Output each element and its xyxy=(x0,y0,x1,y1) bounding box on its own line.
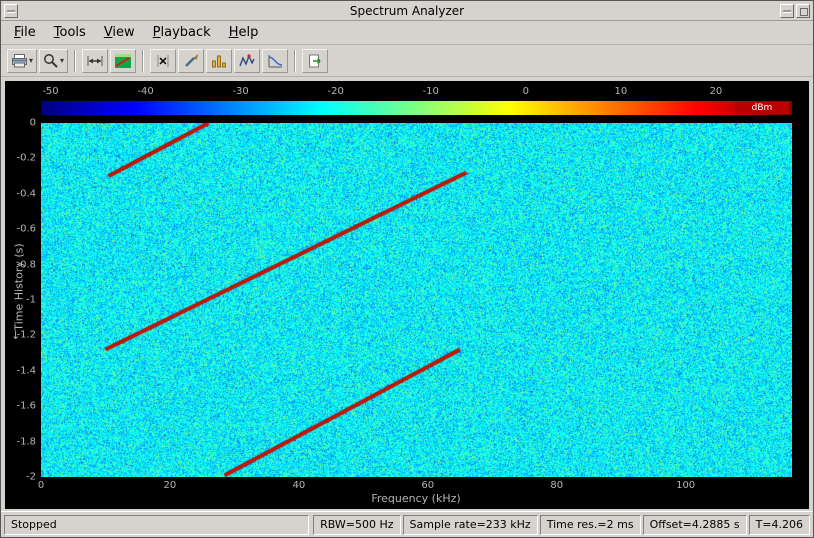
y-tick-label: -1.6 xyxy=(5,401,36,412)
dropdown-caret-icon: ▾ xyxy=(29,57,33,65)
x-tick-label: 0 xyxy=(38,480,44,491)
spectrogram-icon xyxy=(115,54,131,68)
colorbar xyxy=(41,101,792,115)
menu-file[interactable]: File xyxy=(5,23,45,42)
yellow-bars-icon xyxy=(211,54,227,68)
menu-file-label: File xyxy=(14,25,36,40)
toolbar-separator xyxy=(294,50,296,72)
toolbar-separator xyxy=(74,50,76,72)
x-tick-label: 60 xyxy=(421,480,434,491)
step-forward-button[interactable] xyxy=(302,49,328,73)
menu-playback-label: Playback xyxy=(153,25,211,40)
status-time-res: Time res.=2 ms xyxy=(540,515,641,535)
print-export-button[interactable]: ▾ xyxy=(7,49,37,73)
span-x-button[interactable] xyxy=(82,49,108,73)
x-tick-label: 80 xyxy=(550,480,563,491)
peak-trace-icon xyxy=(239,54,255,68)
status-rbw: RBW=500 Hz xyxy=(313,515,400,535)
spectrogram-canvas[interactable] xyxy=(41,123,792,477)
colorbar-tick-label: -30 xyxy=(232,86,248,97)
colorbar-tick-label: 0 xyxy=(523,86,529,97)
toolbar-separator xyxy=(142,50,144,72)
zoom-button[interactable]: ▾ xyxy=(39,49,68,73)
colorbar-tick-label: -40 xyxy=(137,86,153,97)
x-tick-label: 100 xyxy=(676,480,695,491)
menu-tools-label: Tools xyxy=(54,25,86,40)
signal-statistics-button[interactable] xyxy=(178,49,204,73)
toolbar: ▾ ▾ xyxy=(1,45,813,77)
x-tick-label: 40 xyxy=(292,480,305,491)
minimize-button[interactable] xyxy=(780,4,794,18)
menubar: File Tools View Playback Help xyxy=(1,21,813,45)
time-direction-arrow-icon: ↓ xyxy=(11,329,20,342)
menu-view-label: View xyxy=(104,25,135,40)
cursors-x-icon xyxy=(155,54,171,68)
y-tick-label: -1.2 xyxy=(5,330,36,341)
colorbar-tick-label: -50 xyxy=(42,86,58,97)
y-tick-label: -2 xyxy=(5,472,36,483)
status-bar: Stopped RBW=500 Hz Sample rate=233 kHz T… xyxy=(1,511,813,537)
x-tick-label: 20 xyxy=(164,480,177,491)
ccdf-measurements-button[interactable] xyxy=(262,49,288,73)
window-title: Spectrum Analyzer xyxy=(1,4,813,18)
maximize-button[interactable] xyxy=(796,4,810,18)
peak-finder-button[interactable] xyxy=(234,49,260,73)
y-tick-label: -0.4 xyxy=(5,188,36,199)
page-arrow-icon xyxy=(307,54,323,68)
cursor-measurements-button[interactable] xyxy=(150,49,176,73)
plot-panel: -50 -40 -30 -20 -10 0 10 20 dBm 0 -0.2 -0.4 -0.6 -0… xyxy=(5,81,809,509)
pencil-ruler-icon xyxy=(183,54,199,68)
status-offset: Offset=4.2885 s xyxy=(643,515,747,535)
menu-help-label: Help xyxy=(229,25,259,40)
menu-playback[interactable]: Playback xyxy=(144,23,220,42)
colorbar-unit-label: dBm xyxy=(735,102,789,114)
y-tick-label: -0.2 xyxy=(5,153,36,164)
menu-view[interactable]: View xyxy=(95,23,144,42)
magnifier-icon xyxy=(43,53,59,68)
y-tick-label: -0.6 xyxy=(5,224,36,235)
menu-help[interactable]: Help xyxy=(220,23,268,42)
colorbar-tick-label: -10 xyxy=(423,86,439,97)
status-time: T=4.206 xyxy=(749,515,810,535)
y-axis-label: Time History (s) xyxy=(13,243,26,330)
horizontal-arrows-icon xyxy=(86,54,104,68)
colorbar-tick-label: 10 xyxy=(615,86,628,97)
y-tick-label: -1.8 xyxy=(5,436,36,447)
status-state: Stopped xyxy=(4,515,309,535)
menu-tools[interactable]: Tools xyxy=(45,23,95,42)
y-tick-label: 0 xyxy=(5,118,36,129)
dropdown-caret-icon: ▾ xyxy=(60,57,64,65)
y-tick-label: -1.4 xyxy=(5,365,36,376)
titlebar[interactable]: Spectrum Analyzer xyxy=(1,1,813,21)
printer-icon xyxy=(11,53,28,68)
x-axis-label: Frequency (kHz) xyxy=(371,492,460,505)
spectrum-analyzer-window: Spectrum Analyzer File Tools View Playba… xyxy=(0,0,814,538)
distortion-measurements-button[interactable] xyxy=(206,49,232,73)
colorbar-tick-label: 20 xyxy=(710,86,723,97)
spectrogram-view-button[interactable] xyxy=(110,49,136,73)
colorbar-tick-label: -20 xyxy=(328,86,344,97)
status-sample-rate: Sample rate=233 kHz xyxy=(403,515,538,535)
curve-axes-icon xyxy=(267,54,283,68)
